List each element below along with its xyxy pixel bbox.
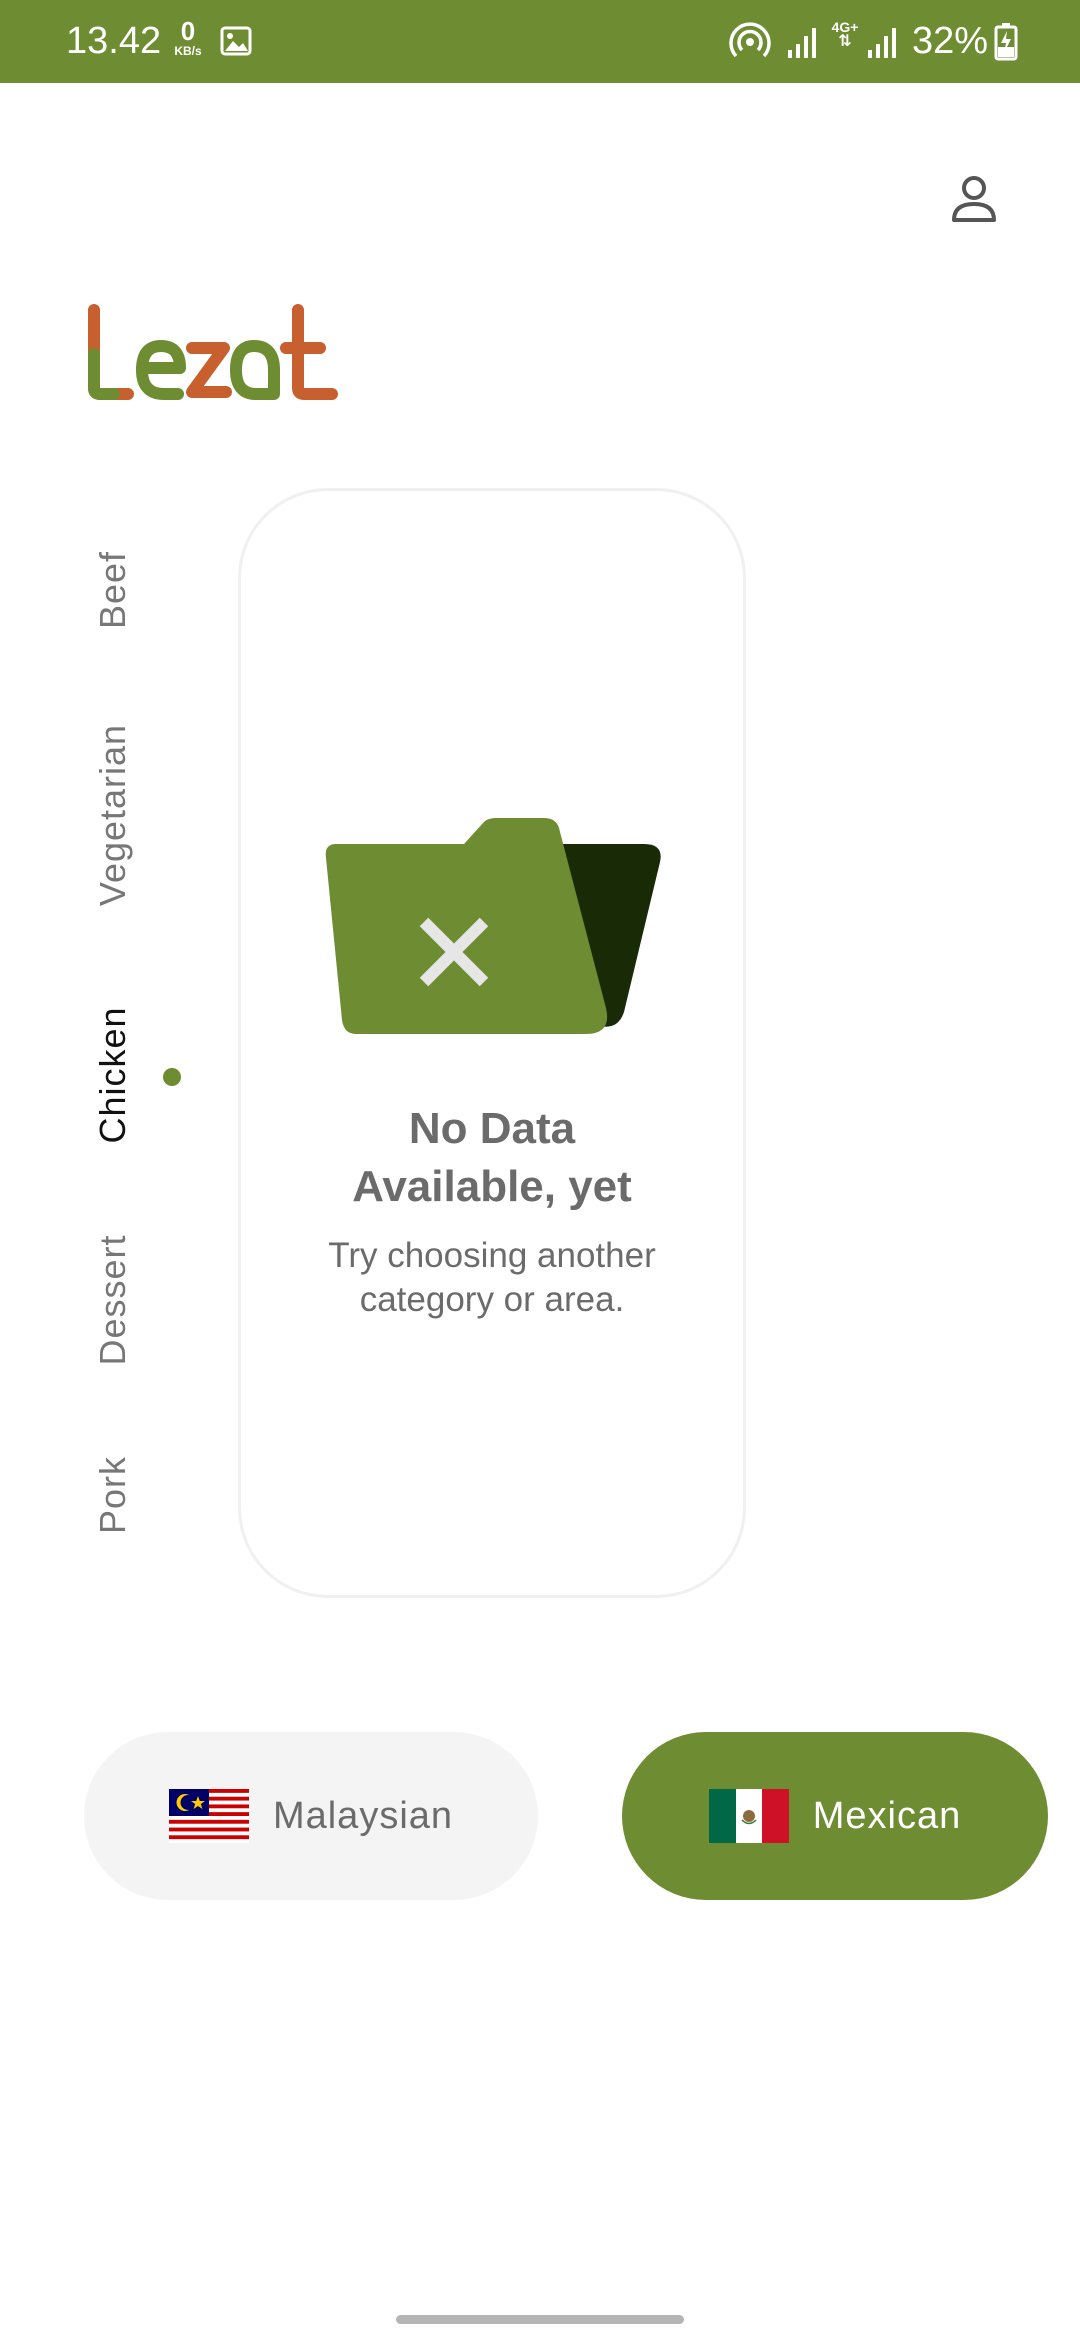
empty-state-title: No Data Available, yet bbox=[240, 1100, 744, 1216]
active-category-indicator bbox=[163, 1068, 181, 1086]
category-tab-label: Pork bbox=[92, 1455, 133, 1535]
category-tab-label: Vegetarian bbox=[92, 723, 133, 907]
network-speed-unit: KB/s bbox=[174, 44, 202, 58]
category-tab-label: Dessert bbox=[92, 1234, 133, 1366]
network-speed: 0 KB/s bbox=[168, 18, 208, 57]
empty-state-title-line2: Available, yet bbox=[352, 1162, 632, 1211]
battery-charging-icon bbox=[994, 23, 1018, 61]
profile-icon[interactable] bbox=[946, 170, 1002, 226]
area-button-label: Mexican bbox=[812, 1794, 962, 1837]
app-logo bbox=[88, 304, 338, 400]
category-tab-label: Beef bbox=[92, 550, 133, 630]
network-type: 4G+ ⇅ bbox=[831, 19, 859, 50]
category-tab-label: Chicken bbox=[92, 1006, 133, 1144]
empty-state-subtitle-line2: category or area. bbox=[359, 1280, 625, 1319]
mexico-flag-icon bbox=[708, 1789, 789, 1843]
home-indicator[interactable] bbox=[396, 2315, 684, 2324]
signal-strength-icon bbox=[788, 28, 816, 58]
folder-x-icon bbox=[325, 818, 661, 1034]
empty-state-subtitle-line1: Try choosing another bbox=[328, 1236, 656, 1275]
status-time: 13.42 bbox=[66, 20, 162, 62]
area-button-malaysian[interactable]: Malaysian bbox=[84, 1732, 538, 1900]
battery-percentage: 32% bbox=[912, 20, 989, 62]
meal-card-empty bbox=[238, 488, 746, 1598]
hotspot-icon bbox=[729, 22, 771, 58]
status-bar: 13.42 0 KB/s 4G+ ⇅ 32% bbox=[0, 0, 1080, 83]
image-notification-icon bbox=[220, 26, 252, 56]
signal-strength-2-icon bbox=[868, 28, 896, 58]
network-speed-value: 0 bbox=[180, 16, 196, 46]
empty-state-subtitle: Try choosing another category or area. bbox=[240, 1234, 744, 1322]
malaysia-flag-icon bbox=[168, 1789, 249, 1843]
area-button-label: Malaysian bbox=[272, 1794, 454, 1837]
empty-state-title-line1: No Data bbox=[408, 1104, 576, 1153]
area-button-mexican[interactable]: Mexican bbox=[622, 1732, 1048, 1900]
